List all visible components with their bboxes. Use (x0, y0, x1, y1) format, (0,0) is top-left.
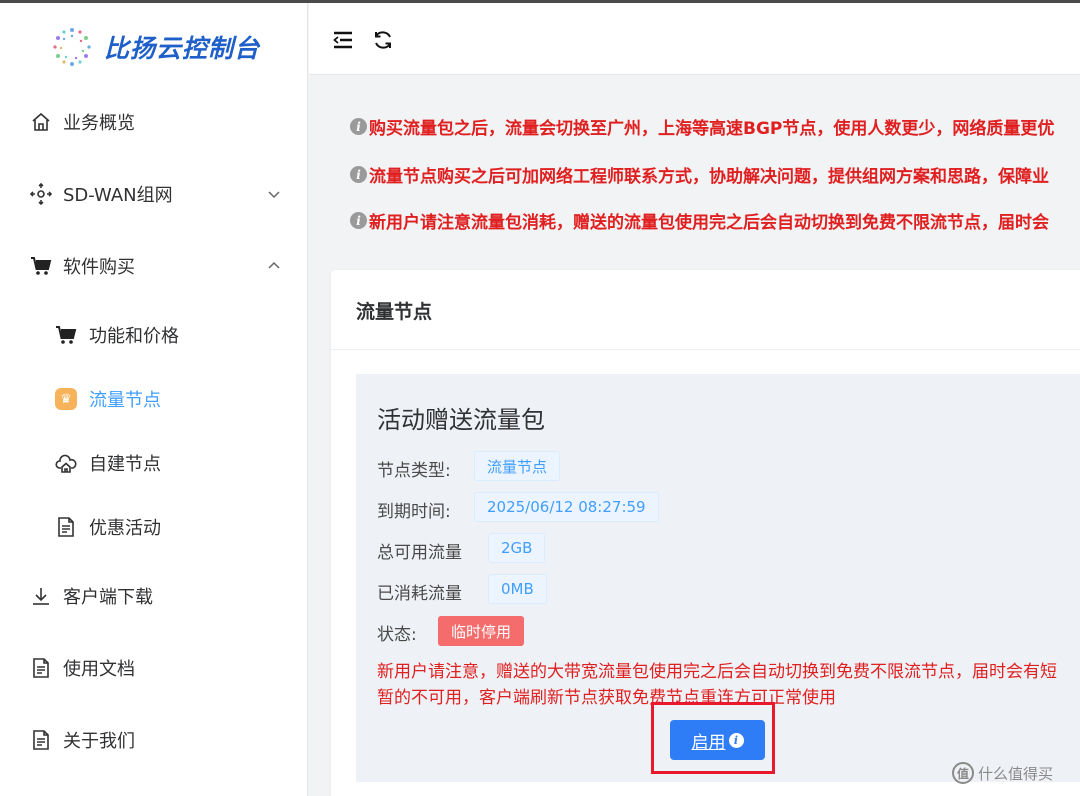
status-badge: 临时停用 (438, 616, 525, 646)
node-type-tag: 流量节点 (474, 451, 561, 481)
sidebar-item-client-download[interactable]: 客户端下载 (0, 572, 308, 620)
sidebar-subitem-label: 自建节点 (89, 454, 161, 475)
sidebar-subitem-traffic-nodes[interactable]: ♛ 流量节点 (0, 377, 308, 421)
sidebar-item-label: 业务概览 (63, 113, 135, 134)
window-top-border (0, 0, 1080, 3)
sidebar: 比扬云控制台 业务概览 SD-WAN组网 软件购买 功能和价格 ♛ 流量节点 自… (0, 3, 308, 796)
cloud-home-icon (55, 452, 77, 474)
watermark-text: 什么值得买 (978, 764, 1054, 783)
top-bar (309, 3, 1080, 75)
watermark-logo-icon: 值 (952, 762, 974, 784)
network-icon (30, 183, 52, 205)
notice-line: i 购买流量包之后，流量会切换至广州，上海等高速BGP节点，使用人数更少，网络质… (350, 114, 1054, 139)
card-title: 流量节点 (356, 301, 433, 323)
sidebar-subitem-features-pricing[interactable]: 功能和价格 (0, 313, 308, 357)
field-label-node-type: 节点类型: (377, 461, 451, 481)
sidebar-item-docs[interactable]: 使用文档 (0, 644, 308, 692)
info-icon: i (350, 118, 367, 135)
field-label-expiry: 到期时间: (377, 502, 451, 522)
notice-text: 新用户请注意流量包消耗，赠送的流量包使用完之后会自动切换到免费不限流节点，届时会 (369, 213, 1049, 233)
field-label-total-traffic: 总可用流量 (377, 543, 462, 563)
total-traffic-tag: 2GB (488, 533, 546, 563)
notice-text: 流量节点购买之后可加网络工程师联系方式，协助解决问题，提供组网方案和思路，保障业 (369, 167, 1049, 187)
crown-icon: ♛ (55, 388, 77, 410)
download-icon (30, 585, 52, 607)
notice-line: i 新用户请注意流量包消耗，赠送的流量包使用完之后会自动切换到免费不限流节点，届… (350, 208, 1049, 233)
sidebar-subitem-promotions[interactable]: 优惠活动 (0, 505, 308, 549)
document-icon (55, 516, 77, 538)
sidebar-item-label: 使用文档 (63, 659, 135, 680)
expiry-time-tag: 2025/06/12 08:27:59 (474, 492, 659, 522)
sidebar-item-purchase[interactable]: 软件购买 (0, 242, 308, 290)
home-icon (30, 111, 52, 133)
package-name: 活动赠送流量包 (377, 406, 545, 434)
sidebar-subitem-label: 流量节点 (89, 390, 161, 411)
sidebar-item-label: 软件购买 (63, 257, 135, 278)
menu-collapse-icon[interactable] (332, 29, 354, 51)
field-label-used-traffic: 已消耗流量 (377, 584, 462, 604)
annotation-highlight-box (651, 702, 775, 774)
sidebar-item-sdwan[interactable]: SD-WAN组网 (0, 170, 308, 218)
sidebar-item-about[interactable]: 关于我们 (0, 716, 308, 764)
sidebar-subitem-self-built-nodes[interactable]: 自建节点 (0, 441, 308, 485)
sidebar-item-overview[interactable]: 业务概览 (0, 98, 308, 146)
refresh-icon[interactable] (372, 29, 394, 51)
brand-logo[interactable]: 比扬云控制台 (52, 25, 260, 69)
document-icon (30, 657, 52, 679)
info-icon: i (350, 212, 367, 229)
chevron-up-icon (266, 258, 282, 274)
cart-icon (30, 255, 52, 277)
logo-icon (52, 27, 92, 67)
document-icon (30, 729, 52, 751)
sidebar-item-label: 关于我们 (63, 731, 135, 752)
notice-line: i 流量节点购买之后可加网络工程师联系方式，协助解决问题，提供组网方案和思路，保… (350, 162, 1049, 187)
used-traffic-tag: 0MB (488, 574, 547, 604)
sidebar-item-label: SD-WAN组网 (63, 185, 173, 206)
card-header: 流量节点 (331, 270, 1080, 350)
notice-text: 购买流量包之后，流量会切换至广州，上海等高速BGP节点，使用人数更少，网络质量更… (369, 119, 1055, 139)
sidebar-item-label: 客户端下载 (63, 587, 153, 608)
sidebar-subitem-label: 优惠活动 (89, 518, 161, 539)
watermark: 值 什么值得买 (952, 762, 1053, 784)
chevron-down-icon (266, 186, 282, 202)
brand-name: 比扬云控制台 (104, 34, 261, 63)
field-label-status: 状态: (377, 625, 417, 645)
cart-icon (55, 324, 77, 346)
sidebar-subitem-label: 功能和价格 (89, 326, 179, 347)
info-icon: i (350, 166, 367, 183)
